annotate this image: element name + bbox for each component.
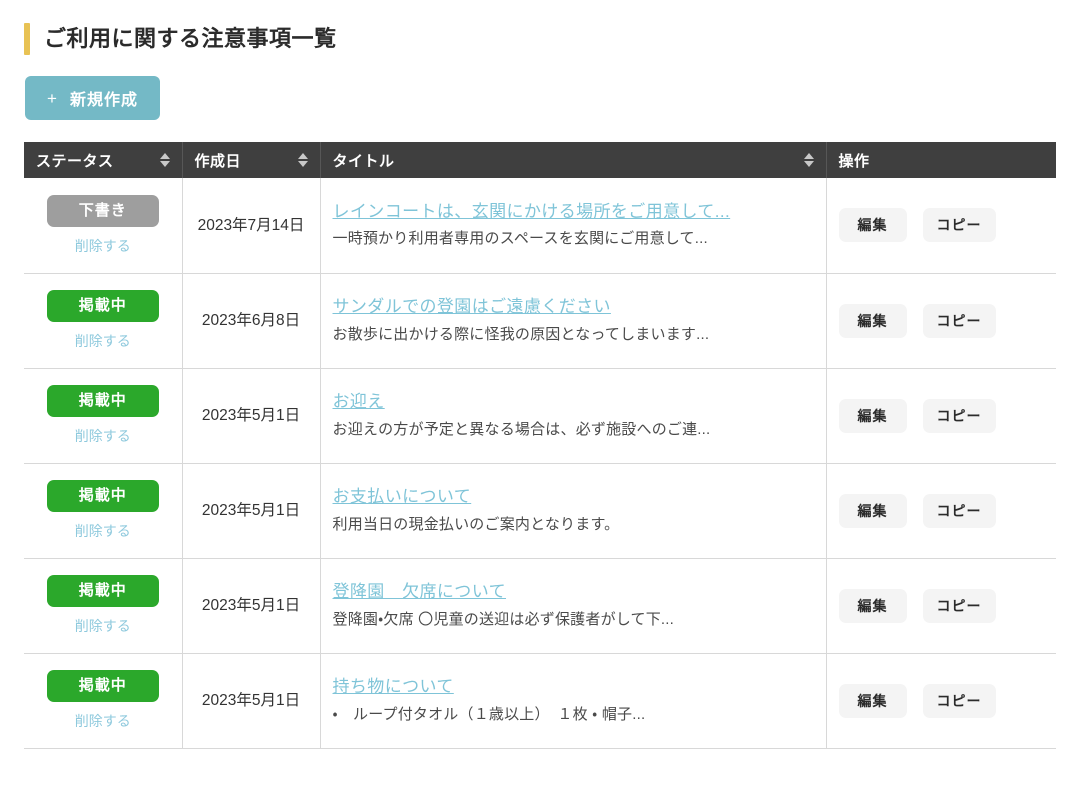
column-header-title[interactable]: タイトル	[320, 142, 826, 178]
action-button-group: 編集コピー	[839, 589, 1045, 623]
title-cell: レインコートは、玄関にかける場所をご用意して... 一時預かり利用者専用のスペース…	[320, 178, 826, 273]
notice-title-link[interactable]: お支払いについて	[333, 485, 472, 510]
column-header-date-label: 作成日	[195, 150, 242, 171]
notice-table-container: ステータス 作成日 タイトル	[0, 120, 1079, 749]
notice-title-link[interactable]: 持ち物について	[333, 675, 454, 700]
column-header-action: 操作	[826, 142, 1056, 178]
column-header-date[interactable]: 作成日	[182, 142, 320, 178]
edit-button[interactable]: 編集	[839, 304, 907, 338]
status-cell: 掲載中削除する	[24, 653, 182, 748]
title-cell: お支払いについて利用当日の現金払いのご案内となります。	[320, 463, 826, 558]
notice-excerpt: お迎えの方が予定と異なる場合は、必ず施設へのご連...	[333, 419, 814, 442]
page-header: ご利用に関する注意事項一覧	[0, 0, 1079, 56]
status-badge[interactable]: 下書き	[47, 195, 159, 227]
notice-excerpt: ・ ループ付タオル（１歳以上） １枚 ・ 帽子...	[333, 704, 814, 727]
delete-link[interactable]: 削除する	[36, 331, 170, 351]
table-header-row: ステータス 作成日 タイトル	[24, 142, 1056, 178]
copy-button[interactable]: コピー	[923, 304, 996, 338]
action-button-group: 編集コピー	[839, 399, 1045, 433]
column-header-action-label: 操作	[839, 150, 870, 171]
column-header-title-label: タイトル	[333, 150, 395, 171]
table-head: ステータス 作成日 タイトル	[24, 142, 1056, 178]
table-row: 下書き削除する2023年7月14日レインコートは、玄関にかける場所をご用意して.…	[24, 178, 1056, 273]
action-cell: 編集コピー	[826, 368, 1056, 463]
toolbar: + 新規作成	[0, 56, 1079, 120]
delete-link[interactable]: 削除する	[36, 616, 170, 636]
table-row: 掲載中削除する2023年5月1日持ち物について・ ループ付タオル（１歳以上） １…	[24, 653, 1056, 748]
status-cell: 下書き削除する	[24, 178, 182, 273]
edit-button[interactable]: 編集	[839, 208, 907, 242]
action-cell: 編集コピー	[826, 463, 1056, 558]
notice-excerpt: 登降園・欠席 〇児童の送迎は必ず保護者がして下...	[333, 609, 814, 632]
edit-button[interactable]: 編集	[839, 684, 907, 718]
table-body: 下書き削除する2023年7月14日レインコートは、玄関にかける場所をご用意して.…	[24, 178, 1056, 748]
action-cell: 編集コピー	[826, 178, 1056, 273]
action-button-group: 編集コピー	[839, 208, 1045, 242]
create-new-button[interactable]: + 新規作成	[25, 76, 160, 120]
notice-excerpt: 利用当日の現金払いのご案内となります。	[333, 514, 814, 537]
status-badge[interactable]: 掲載中	[47, 670, 159, 702]
action-cell: 編集コピー	[826, 558, 1056, 653]
delete-link[interactable]: 削除する	[36, 711, 170, 731]
plus-icon: +	[47, 90, 58, 107]
column-header-status-label: ステータス	[36, 150, 114, 171]
title-cell: 持ち物について・ ループ付タオル（１歳以上） １枚 ・ 帽子...	[320, 653, 826, 748]
copy-button[interactable]: コピー	[923, 684, 996, 718]
created-date-cell: 2023年5月1日	[182, 653, 320, 748]
notice-excerpt: 一時預かり利用者専用のスペースを玄関にご用意して...	[333, 228, 814, 251]
sort-icon[interactable]	[804, 153, 814, 167]
delete-link[interactable]: 削除する	[36, 521, 170, 541]
created-date-cell: 2023年6月8日	[182, 273, 320, 368]
sort-icon[interactable]	[160, 153, 170, 167]
delete-link[interactable]: 削除する	[36, 426, 170, 446]
edit-button[interactable]: 編集	[839, 399, 907, 433]
notice-excerpt: お散歩に出かける際に怪我の原因となってしまいます...	[333, 324, 814, 347]
action-cell: 編集コピー	[826, 653, 1056, 748]
created-date-cell: 2023年7月14日	[182, 178, 320, 273]
table-row: 掲載中削除する2023年6月8日サンダルでの登園はご遠慮くださいお散歩に出かける…	[24, 273, 1056, 368]
title-cell: サンダルでの登園はご遠慮くださいお散歩に出かける際に怪我の原因となってしまいます…	[320, 273, 826, 368]
column-header-status[interactable]: ステータス	[24, 142, 182, 178]
action-cell: 編集コピー	[826, 273, 1056, 368]
copy-button[interactable]: コピー	[923, 399, 996, 433]
status-cell: 掲載中削除する	[24, 273, 182, 368]
delete-link[interactable]: 削除する	[36, 236, 170, 256]
action-button-group: 編集コピー	[839, 494, 1045, 528]
title-cell: お迎えお迎えの方が予定と異なる場合は、必ず施設へのご連...	[320, 368, 826, 463]
created-date-cell: 2023年5月1日	[182, 463, 320, 558]
table-row: 掲載中削除する2023年5月1日お支払いについて利用当日の現金払いのご案内となり…	[24, 463, 1056, 558]
status-badge[interactable]: 掲載中	[47, 385, 159, 417]
created-date-cell: 2023年5月1日	[182, 368, 320, 463]
action-button-group: 編集コピー	[839, 304, 1045, 338]
copy-button[interactable]: コピー	[923, 494, 996, 528]
table-row: 掲載中削除する2023年5月1日登降園 欠席について登降園・欠席 〇児童の送迎は…	[24, 558, 1056, 653]
status-cell: 掲載中削除する	[24, 558, 182, 653]
action-button-group: 編集コピー	[839, 684, 1045, 718]
created-date-cell: 2023年5月1日	[182, 558, 320, 653]
page-title: ご利用に関する注意事項一覧	[44, 23, 337, 55]
notice-title-link[interactable]: サンダルでの登園はご遠慮ください	[333, 295, 611, 320]
status-badge[interactable]: 掲載中	[47, 290, 159, 322]
title-cell: 登降園 欠席について登降園・欠席 〇児童の送迎は必ず保護者がして下...	[320, 558, 826, 653]
table-row: 掲載中削除する2023年5月1日お迎えお迎えの方が予定と異なる場合は、必ず施設へ…	[24, 368, 1056, 463]
edit-button[interactable]: 編集	[839, 494, 907, 528]
status-cell: 掲載中削除する	[24, 368, 182, 463]
title-accent-bar	[24, 23, 30, 55]
notice-title-link[interactable]: 登降園 欠席について	[333, 580, 507, 605]
status-badge[interactable]: 掲載中	[47, 480, 159, 512]
status-cell: 掲載中削除する	[24, 463, 182, 558]
create-new-button-label: 新規作成	[70, 86, 138, 110]
sort-icon[interactable]	[298, 153, 308, 167]
copy-button[interactable]: コピー	[923, 589, 996, 623]
notice-title-link[interactable]: レインコートは、玄関にかける場所をご用意して...	[333, 200, 731, 225]
notice-title-link[interactable]: お迎え	[333, 390, 385, 415]
copy-button[interactable]: コピー	[923, 208, 996, 242]
status-badge[interactable]: 掲載中	[47, 575, 159, 607]
notice-table: ステータス 作成日 タイトル	[24, 142, 1056, 749]
edit-button[interactable]: 編集	[839, 589, 907, 623]
